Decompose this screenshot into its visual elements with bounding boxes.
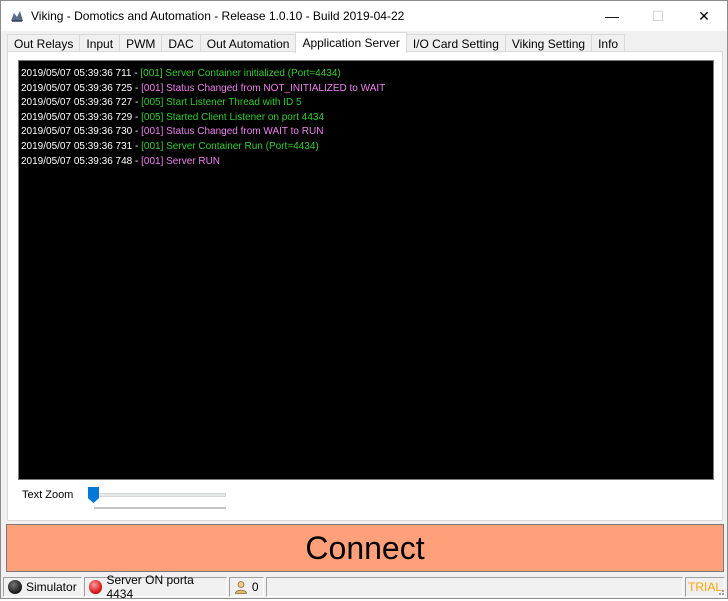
log-line: 2019/05/07 05:39:36 729 - [005] Started … [21, 111, 711, 126]
tab-input[interactable]: Input [79, 34, 121, 52]
log-timestamp: 2019/05/07 05:39:36 729 - [21, 111, 142, 123]
user-icon [235, 581, 247, 594]
tab-dac[interactable]: DAC [161, 34, 201, 52]
log-timestamp: 2019/05/07 05:39:36 748 - [21, 155, 142, 167]
tab-info[interactable]: Info [591, 34, 626, 52]
window-controls: — ☐ ✕ [589, 1, 727, 31]
tab-out-automation[interactable]: Out Automation [199, 34, 297, 52]
minimize-button[interactable]: — [589, 1, 635, 31]
close-button[interactable]: ✕ [681, 1, 727, 31]
log-message: [001] Server Container Run (Port=4434) [141, 140, 319, 152]
connect-button[interactable]: Connect [6, 524, 724, 572]
status-simulator: Simulator [3, 577, 82, 597]
client-count: 0 [251, 580, 259, 594]
server-led-icon [88, 580, 103, 594]
slider-track [92, 493, 226, 497]
status-bar: Simulator Server ON porta 4434 0 TRIAL [1, 573, 727, 601]
resize-grip-icon[interactable] [715, 586, 725, 596]
log-timestamp: 2019/05/07 05:39:36 731 - [21, 140, 142, 152]
log-message: [001] Server RUN [141, 155, 221, 167]
log-message: [001] Status Changed from WAIT to RUN [141, 126, 324, 138]
log-line: 2019/05/07 05:39:36 711 - [001] Server C… [21, 67, 711, 82]
tab-io-card-setting[interactable]: I/O Card Setting [405, 34, 506, 52]
viking-app-icon [11, 11, 23, 22]
window-title: Viking - Domotics and Automation - Relea… [31, 9, 405, 23]
text-zoom-slider[interactable] [88, 485, 228, 511]
log-line: 2019/05/07 05:39:36 748 - [001] Server R… [21, 155, 711, 170]
tab-application-server[interactable]: Application Server [295, 32, 407, 53]
log-message: [001] Status Changed from NOT_INITIALIZE… [141, 82, 386, 94]
app-window: Viking - Domotics and Automation - Relea… [0, 0, 728, 601]
slider-thumb[interactable] [88, 487, 99, 503]
text-zoom-label: Text Zoom [22, 489, 74, 501]
log-timestamp: 2019/05/07 05:39:36 711 - [21, 68, 141, 79]
log-line: 2019/05/07 05:39:36 730 - [001] Status C… [21, 125, 711, 140]
log-line: 2019/05/07 05:39:36 731 - [001] Server C… [21, 140, 711, 155]
tab-strip: Out Relays Input PWM DAC Out Automation … [7, 32, 626, 53]
log-timestamp: 2019/05/07 05:39:36 727 - [21, 97, 142, 109]
status-clients: 0 [228, 577, 264, 597]
server-status-text: Server ON porta 4434 [106, 573, 194, 601]
log-timestamp: 2019/05/07 05:39:36 730 - [21, 126, 142, 138]
log-console[interactable]: 2019/05/07 05:39:36 711 - [001] Server C… [18, 60, 714, 480]
application-server-panel: 2019/05/07 05:39:36 711 - [001] Server C… [7, 51, 723, 521]
log-message: [005] Started Client Listener on port 44… [141, 111, 325, 123]
tab-pwm[interactable]: PWM [119, 34, 163, 52]
slider-ticks [94, 507, 226, 509]
tab-viking-setting[interactable]: Viking Setting [504, 34, 593, 52]
log-line: 2019/05/07 05:39:36 727 - [005] Start Li… [21, 96, 711, 111]
log-timestamp: 2019/05/07 05:39:36 725 - [21, 82, 142, 94]
status-server: Server ON porta 4434 [83, 573, 227, 601]
simulator-led-icon [8, 580, 22, 594]
log-message: [001] Server Container initialized (Port… [140, 68, 341, 79]
tab-out-relays[interactable]: Out Relays [7, 34, 81, 52]
log-message: [005] Start Listener Thread with ID 5 [141, 97, 302, 109]
log-line: 2019/05/07 05:39:36 725 - [001] Status C… [21, 82, 711, 97]
status-empty-panel [265, 577, 683, 597]
simulator-label: Simulator [26, 580, 77, 594]
title-bar[interactable]: Viking - Domotics and Automation - Relea… [1, 1, 727, 31]
maximize-button: ☐ [651, 7, 665, 24]
